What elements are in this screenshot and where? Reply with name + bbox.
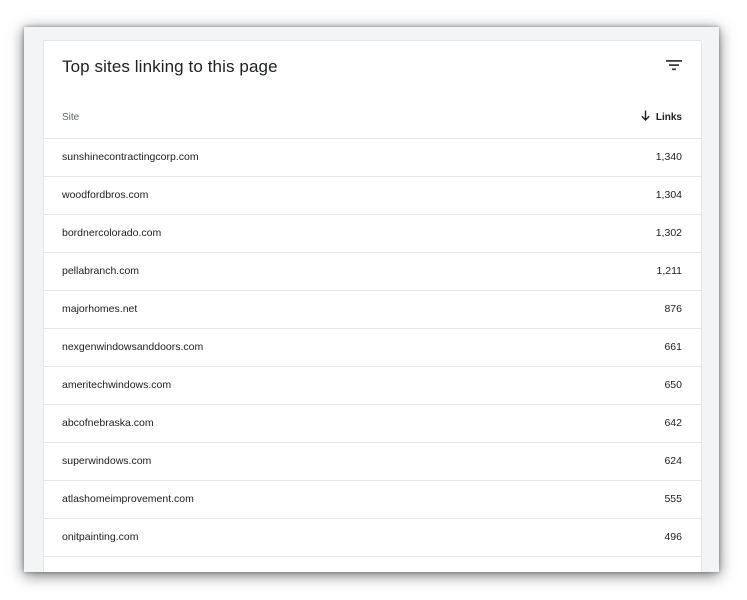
links-cell: 1,302 bbox=[655, 227, 682, 239]
site-cell: majorhomes.net bbox=[62, 303, 138, 315]
site-cell: ameritechwindows.com bbox=[62, 379, 172, 391]
table-row[interactable]: onitpainting.com 496 bbox=[44, 519, 701, 557]
screenshot-frame: Top sites linking to this page Site Link… bbox=[24, 27, 719, 572]
links-cell: 496 bbox=[664, 531, 682, 543]
table-row[interactable]: nexgenwindowsanddoors.com 661 bbox=[44, 329, 701, 367]
table-row[interactable]: ameritechwindows.com 650 bbox=[44, 367, 701, 405]
table-row[interactable]: woodfordbros.com 1,304 bbox=[44, 177, 701, 215]
links-cell: 642 bbox=[664, 417, 682, 429]
site-cell: sunshinecontractingcorp.com bbox=[62, 151, 199, 163]
arrow-down-icon bbox=[641, 110, 650, 124]
links-cell: 661 bbox=[664, 341, 682, 353]
column-header-links[interactable]: Links bbox=[641, 110, 682, 124]
site-cell: abcofnebraska.com bbox=[62, 417, 154, 429]
table-header: Site Links bbox=[44, 98, 701, 139]
site-cell: nexgenwindowsanddoors.com bbox=[62, 341, 204, 353]
site-cell: onitpainting.com bbox=[62, 531, 139, 543]
table-row[interactable]: pellabranch.com 1,211 bbox=[44, 253, 701, 291]
links-cell: 555 bbox=[664, 493, 682, 505]
table-row[interactable] bbox=[44, 557, 701, 572]
links-cell: 624 bbox=[664, 455, 682, 467]
filter-list-icon bbox=[665, 57, 683, 73]
site-cell: bordnercolorado.com bbox=[62, 227, 162, 239]
card-title: Top sites linking to this page bbox=[62, 57, 278, 76]
top-linking-sites-card: Top sites linking to this page Site Link… bbox=[43, 40, 702, 572]
filter-button[interactable] bbox=[665, 57, 683, 73]
table-row[interactable]: atlashomeimprovement.com 555 bbox=[44, 481, 701, 519]
table-body: sunshinecontractingcorp.com 1,340 woodfo… bbox=[44, 139, 701, 572]
table-row[interactable]: sunshinecontractingcorp.com 1,340 bbox=[44, 139, 701, 177]
links-cell: 876 bbox=[664, 303, 682, 315]
links-cell: 1,211 bbox=[656, 265, 683, 277]
site-cell: atlashomeimprovement.com bbox=[62, 493, 194, 505]
links-cell: 1,304 bbox=[655, 189, 682, 201]
site-cell: woodfordbros.com bbox=[62, 189, 149, 201]
table-row[interactable]: bordnercolorado.com 1,302 bbox=[44, 215, 701, 253]
table-row[interactable]: abcofnebraska.com 642 bbox=[44, 405, 701, 443]
table-row[interactable]: superwindows.com 624 bbox=[44, 443, 701, 481]
links-cell: 1,340 bbox=[655, 151, 682, 163]
site-cell: pellabranch.com bbox=[62, 265, 140, 277]
links-cell: 650 bbox=[664, 379, 682, 391]
column-header-links-label: Links bbox=[655, 111, 682, 123]
table-row[interactable]: majorhomes.net 876 bbox=[44, 291, 701, 329]
column-header-site[interactable]: Site bbox=[62, 112, 79, 123]
site-cell: superwindows.com bbox=[62, 455, 152, 467]
